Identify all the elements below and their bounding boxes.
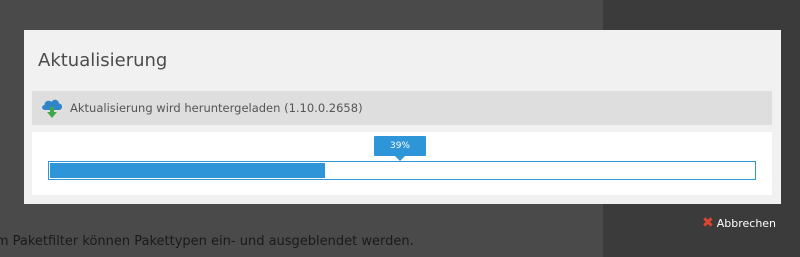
cloud-download-icon [40,95,64,119]
cancel-button[interactable]: ✖ Abbrechen [702,216,776,230]
progress-area: 39% [32,132,772,195]
progress-bar-fill [50,163,325,178]
close-icon: ✖ [702,215,714,231]
progress-bar [48,161,756,180]
dialog-title: Aktualisierung [38,50,168,71]
status-text: Aktualisierung wird heruntergeladen (1.1… [70,101,363,115]
background-help-text: Im Paketfilter können Pakettypen ein- un… [0,234,414,249]
progress-percent-label: 39% [374,136,426,161]
status-bar: Aktualisierung wird heruntergeladen (1.1… [32,91,772,125]
update-dialog: Aktualisierung Aktualisierung wird herun… [24,30,781,204]
cancel-label: Abbrechen [716,216,777,230]
